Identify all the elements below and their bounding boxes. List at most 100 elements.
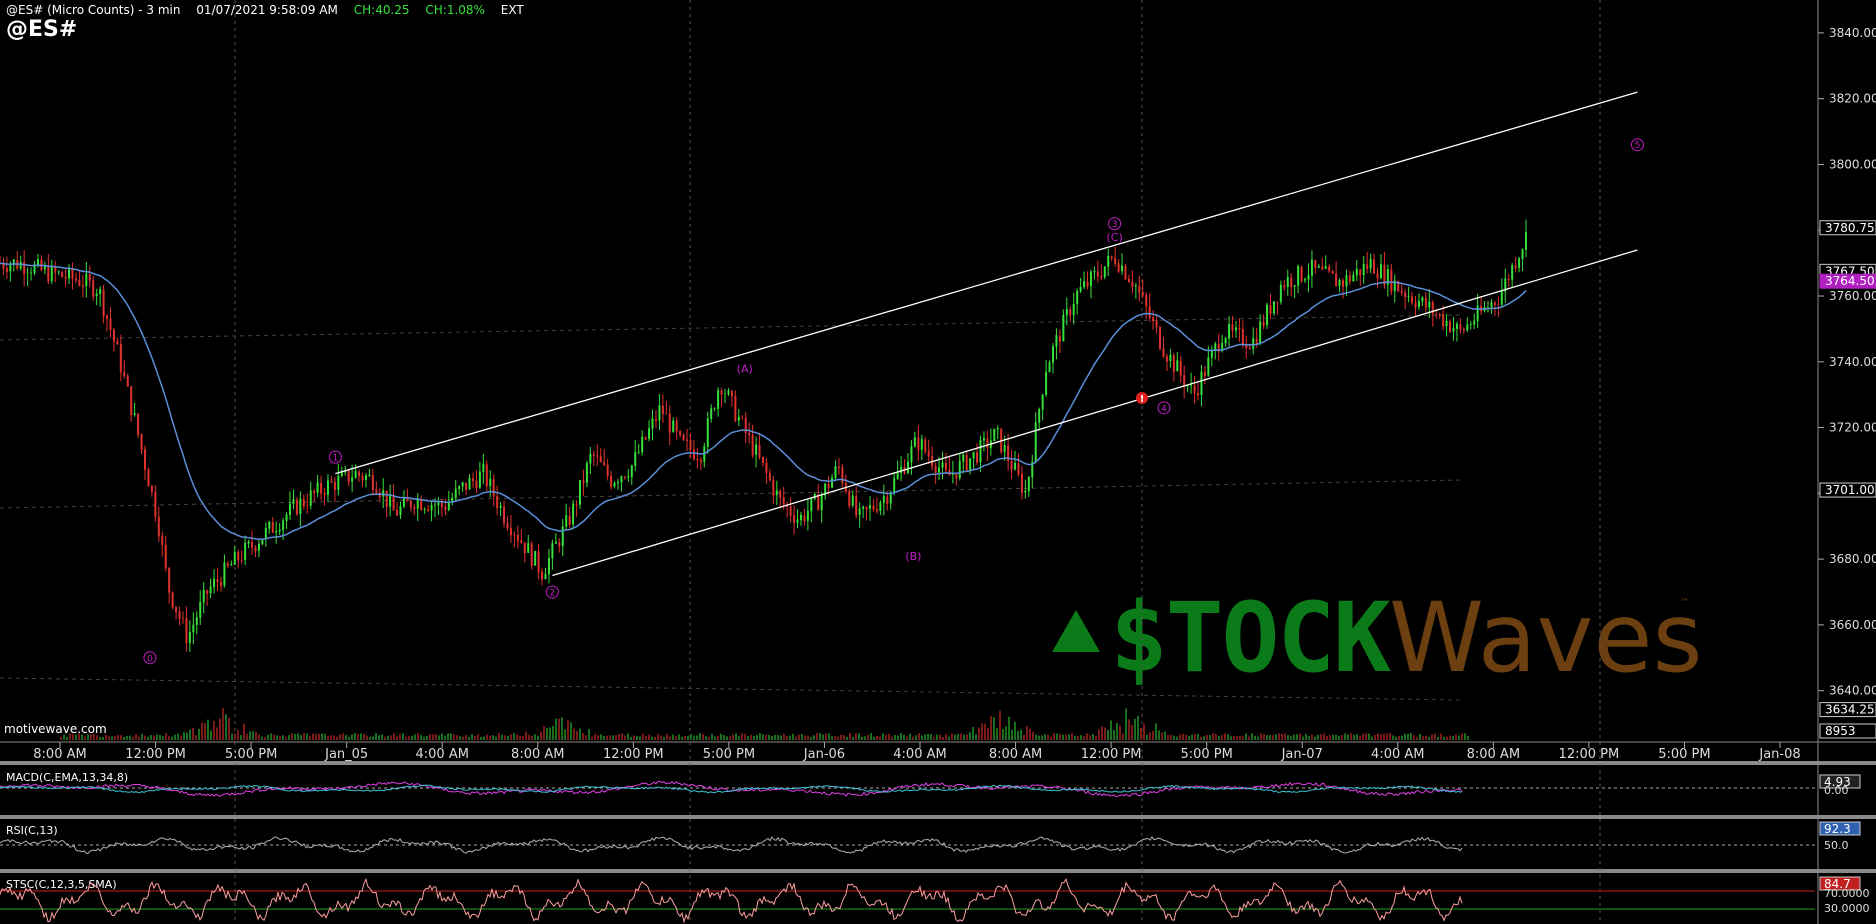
volume-bar (831, 736, 833, 740)
volume-bar (915, 735, 917, 740)
volume-bar (900, 733, 902, 740)
volume-bar (789, 736, 791, 740)
x-tick-label: 8:00 AM (33, 747, 86, 762)
volume-bar (141, 734, 143, 740)
price-label: 3701.00 (1825, 483, 1875, 497)
volume-bar (1218, 736, 1220, 740)
volume-bar (1467, 736, 1469, 740)
volume-bar (330, 735, 332, 740)
volume-bar (1119, 726, 1121, 740)
volume-bar (162, 736, 164, 740)
volume-bar (819, 733, 821, 740)
volume-bar (1245, 733, 1247, 740)
volume-bar (300, 735, 302, 740)
volume-bar (1221, 735, 1223, 740)
volume-bar (1365, 733, 1367, 740)
panel-ref-value: 0.00 (1824, 784, 1849, 797)
price-label: 3780.75 (1825, 221, 1875, 235)
volume-bar (1032, 732, 1034, 740)
volume-bar (444, 736, 446, 740)
volume-bar (1377, 733, 1379, 740)
volume-bar (591, 737, 593, 740)
volume-bar (309, 736, 311, 740)
volume-bar (1134, 719, 1136, 740)
volume-bar (324, 734, 326, 740)
volume-bar (663, 737, 665, 740)
x-tick-label: 12:00 PM (1081, 747, 1142, 762)
price-label: 3634.25 (1825, 703, 1875, 717)
volume-bar (306, 734, 308, 740)
volume-bar (729, 736, 731, 740)
volume-bar (111, 736, 113, 740)
volume-bar (930, 734, 932, 740)
y-tick-label: 3660.00 (1829, 618, 1876, 632)
volume-bar (975, 734, 977, 740)
volume-bar (294, 734, 296, 740)
volume-bar (198, 729, 200, 740)
volume-bar (747, 736, 749, 740)
volume-bar (1323, 734, 1325, 740)
volume-bar (912, 737, 914, 740)
volume-bar (378, 735, 380, 740)
volume-bar (1011, 730, 1013, 740)
volume-bar (888, 734, 890, 740)
volume-bar (738, 736, 740, 740)
volume-bar (720, 734, 722, 740)
volume-bar (597, 735, 599, 740)
volume-bar (891, 737, 893, 740)
volume-bar (399, 734, 401, 740)
volume-bar (1425, 736, 1427, 740)
volume-bar (1434, 734, 1436, 740)
volume-bar (1212, 733, 1214, 740)
volume-bar (402, 733, 404, 740)
volume-bar (981, 723, 983, 740)
volume-bar (771, 736, 773, 740)
volume-bar (165, 733, 167, 740)
volume-bar (288, 735, 290, 740)
volume-bar (639, 736, 641, 740)
volume-bar (825, 734, 827, 740)
volume-bar (963, 735, 965, 740)
volume-bar (582, 733, 584, 740)
volume-bar (1188, 736, 1190, 740)
volume-bar (567, 720, 569, 740)
volume-bar (654, 737, 656, 740)
volume-bar (1059, 734, 1061, 740)
volume-bar (672, 735, 674, 740)
volume-bar (393, 733, 395, 740)
volume-bar (123, 737, 125, 740)
volume-bar (114, 736, 116, 740)
volume-bar (453, 734, 455, 740)
volume-bar (1332, 735, 1334, 740)
volume-bar (1464, 733, 1466, 740)
volume-bar (603, 736, 605, 740)
volume-bar (576, 731, 578, 740)
volume-bar (786, 736, 788, 740)
x-tick-label: 8:00 AM (511, 747, 564, 762)
volume-bar (531, 736, 533, 740)
volume-bars (60, 708, 1469, 740)
volume-bar (816, 733, 818, 740)
volume-bar (972, 727, 974, 740)
panel-ref-value: 30.0000 (1824, 902, 1870, 915)
volume-bar (102, 737, 104, 740)
volume-bar (843, 735, 845, 740)
volume-bar (1353, 735, 1355, 740)
volume-bar (1227, 734, 1229, 740)
moving-average-line (0, 263, 1526, 539)
price-chart[interactable]: 3640.003660.003680.003700.003720.003740.… (0, 0, 1876, 924)
volume-bar (600, 734, 602, 740)
volume-bar (327, 736, 329, 740)
volume-bar (1155, 723, 1157, 740)
wave-label: 4 (1161, 404, 1167, 414)
volume-bar (1224, 733, 1226, 740)
volume-bar (678, 734, 680, 740)
volume-bar (1029, 729, 1031, 740)
volume-bar (1203, 736, 1205, 740)
volume-bar (1437, 737, 1439, 740)
volume-bar (1122, 734, 1124, 740)
volume-bar (978, 728, 980, 740)
volume-bar (1263, 734, 1265, 740)
x-tick-label: 5:00 PM (1658, 747, 1710, 762)
volume-bar (1344, 734, 1346, 740)
